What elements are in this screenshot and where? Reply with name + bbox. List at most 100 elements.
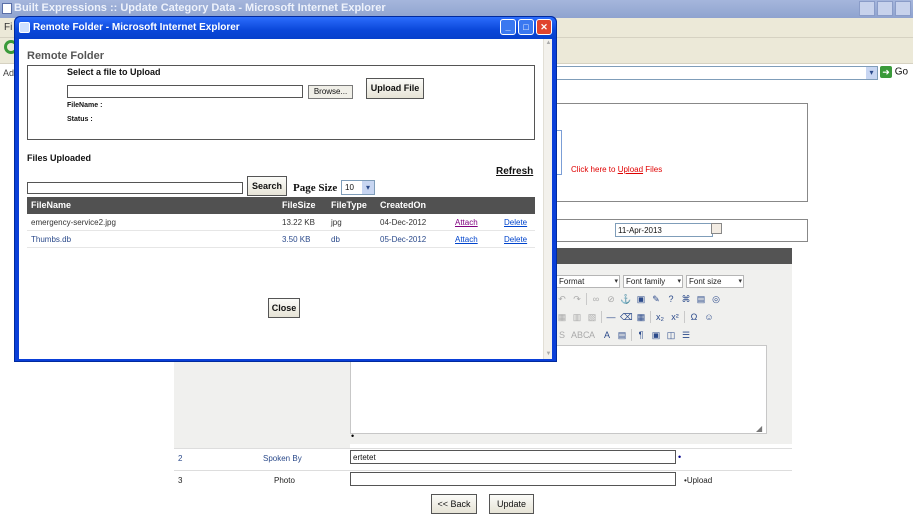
close-icon[interactable] xyxy=(895,1,911,16)
undo-icon[interactable]: ↶ xyxy=(556,293,568,305)
editor-toolbar-row-1: Format Font family Font size xyxy=(556,273,744,289)
abbr-icon[interactable]: ABC xyxy=(571,329,590,341)
file-path-input[interactable] xyxy=(67,85,303,98)
background-window-title: Built Expressions :: Update Category Dat… xyxy=(14,2,386,14)
scroll-down-icon[interactable]: ▼ xyxy=(544,350,553,359)
special-char-icon[interactable]: Ω xyxy=(688,311,700,323)
ie-page-icon xyxy=(2,3,12,14)
editor-footer xyxy=(350,434,792,444)
cell-created: 05-Dec-2012 xyxy=(380,235,427,244)
maximize-icon[interactable]: □ xyxy=(518,19,534,35)
date-input[interactable]: 11-Apr-2013 xyxy=(615,223,713,237)
column-header: FileName xyxy=(31,200,72,210)
resize-grip-icon[interactable]: ◢ xyxy=(756,424,762,433)
go-label: Go xyxy=(894,66,909,78)
format-select[interactable]: Format xyxy=(556,274,620,288)
minimize-icon[interactable] xyxy=(859,1,875,16)
toolbar-separator xyxy=(586,293,587,305)
horizontal-rule-icon[interactable]: — xyxy=(605,311,617,323)
subscript-icon[interactable]: x₂ xyxy=(654,311,666,323)
insert-col-icon[interactable]: ▥ xyxy=(571,311,583,323)
table-icon[interactable]: ▦ xyxy=(635,311,647,323)
editor-toolbar-row-4: S ABC A A ▤ ¶ ▣ ◫ ☰ xyxy=(556,327,692,343)
anchor-icon[interactable]: ⚓ xyxy=(620,293,632,305)
delete-link[interactable]: Delete xyxy=(504,218,527,227)
layer-icon[interactable]: ◫ xyxy=(665,329,677,341)
row-label: Photo xyxy=(274,476,295,485)
search-button[interactable]: Search xyxy=(247,176,287,196)
maximize-icon[interactable] xyxy=(877,1,893,16)
minimize-icon[interactable]: _ xyxy=(500,19,516,35)
font-size-select[interactable]: Font size xyxy=(686,274,744,288)
table-header: FileName FileSize FileType CreatedOn xyxy=(27,197,535,214)
paste-word-icon[interactable]: ▤ xyxy=(616,329,628,341)
column-header: CreatedOn xyxy=(380,200,427,210)
page-size-label: Page Size xyxy=(293,182,338,194)
cell-filesize: 3.50 KB xyxy=(282,235,311,244)
table-row: emergency-service2.jpg 13.22 KB jpg 04-D… xyxy=(27,214,535,231)
merge-cells-icon[interactable]: ▧ xyxy=(586,311,598,323)
close-button[interactable]: Close xyxy=(268,298,300,318)
help-icon[interactable]: ? xyxy=(665,293,677,305)
column-header: FileSize xyxy=(282,200,316,210)
popup-scrollbar[interactable]: ▲ ▼ xyxy=(543,39,552,359)
upload-file-button[interactable]: Upload File xyxy=(366,78,424,99)
pilcrow-icon[interactable]: ¶ xyxy=(635,329,647,341)
upload-suffix: Files xyxy=(645,165,663,174)
address-bar[interactable] xyxy=(556,66,878,80)
attach-link[interactable]: Attach xyxy=(455,218,478,227)
browse-button[interactable]: Browse... xyxy=(308,85,353,99)
delete-link[interactable]: Delete xyxy=(504,235,527,244)
row-label: Spoken By xyxy=(263,454,302,463)
superscript-icon[interactable]: x² xyxy=(669,311,681,323)
editor-toolbar-row-2: ↶ ↷ ∞ ⊘ ⚓ ▣ ✎ ? ⌘ ▤ ◎ xyxy=(556,291,722,307)
cell-created: 04-Dec-2012 xyxy=(380,218,427,227)
filename-label: FileName : xyxy=(67,102,103,109)
background-window-controls xyxy=(859,1,911,16)
remove-format-icon[interactable]: ⌫ xyxy=(620,311,633,323)
toolbar-separator xyxy=(684,311,685,323)
photo-input[interactable] xyxy=(350,472,676,486)
attach-link[interactable]: Attach xyxy=(455,235,478,244)
cleanup-icon[interactable]: ✎ xyxy=(650,293,662,305)
page-size-select[interactable]: 10 ▾ xyxy=(341,180,375,195)
chevron-down-icon[interactable]: ▾ xyxy=(866,67,877,79)
image-icon[interactable]: ▣ xyxy=(635,293,647,305)
spoken-by-input[interactable]: ertetet xyxy=(350,450,676,464)
unlink-icon[interactable]: ⊘ xyxy=(605,293,617,305)
refresh-link[interactable]: Refresh xyxy=(496,166,533,177)
insert-row-icon[interactable]: ▦ xyxy=(556,311,568,323)
text-color-icon-2[interactable]: A xyxy=(601,329,613,341)
address-label: Ad xyxy=(3,68,15,78)
upload-link[interactable]: Upload xyxy=(618,165,643,174)
emoticon-icon[interactable]: ☺ xyxy=(703,311,715,323)
font-family-select[interactable]: Font family xyxy=(623,274,683,288)
close-icon[interactable]: ✕ xyxy=(536,19,552,35)
menu-file[interactable]: Fi xyxy=(4,22,12,33)
cell-filetype: jpg xyxy=(331,218,342,227)
cell-filetype: db xyxy=(331,235,340,244)
form-left-column xyxy=(174,362,350,448)
html-icon[interactable]: ⌘ xyxy=(680,293,692,305)
calendar-icon[interactable] xyxy=(711,223,722,234)
strike-icon[interactable]: S xyxy=(556,329,568,341)
popup-title: Remote Folder - Microsoft Internet Explo… xyxy=(33,22,240,33)
scroll-up-icon[interactable]: ▲ xyxy=(544,39,553,48)
update-button[interactable]: Update xyxy=(489,494,534,514)
select-file-label: Select a file to Upload xyxy=(67,67,161,77)
search-input[interactable] xyxy=(27,182,243,194)
back-button[interactable]: << Back xyxy=(431,494,477,514)
media-icon[interactable]: ▣ xyxy=(650,329,662,341)
link-icon[interactable]: ∞ xyxy=(590,293,602,305)
text-color-icon[interactable]: A xyxy=(586,329,598,341)
paste-icon[interactable]: ▤ xyxy=(695,293,707,305)
column-header: FileType xyxy=(331,200,367,210)
remote-folder-window: Remote Folder - Microsoft Internet Explo… xyxy=(14,16,557,362)
status-label: Status : xyxy=(67,116,93,123)
redo-icon[interactable]: ↷ xyxy=(571,293,583,305)
cell-filename: Thumbs.db xyxy=(31,235,72,244)
table-row: Thumbs.db 3.50 KB db 05-Dec-2012 Attach … xyxy=(27,231,535,248)
go-button[interactable]: ➜ Go xyxy=(880,66,913,81)
pagebreak-icon[interactable]: ☰ xyxy=(680,329,692,341)
settings-icon[interactable]: ◎ xyxy=(710,293,722,305)
